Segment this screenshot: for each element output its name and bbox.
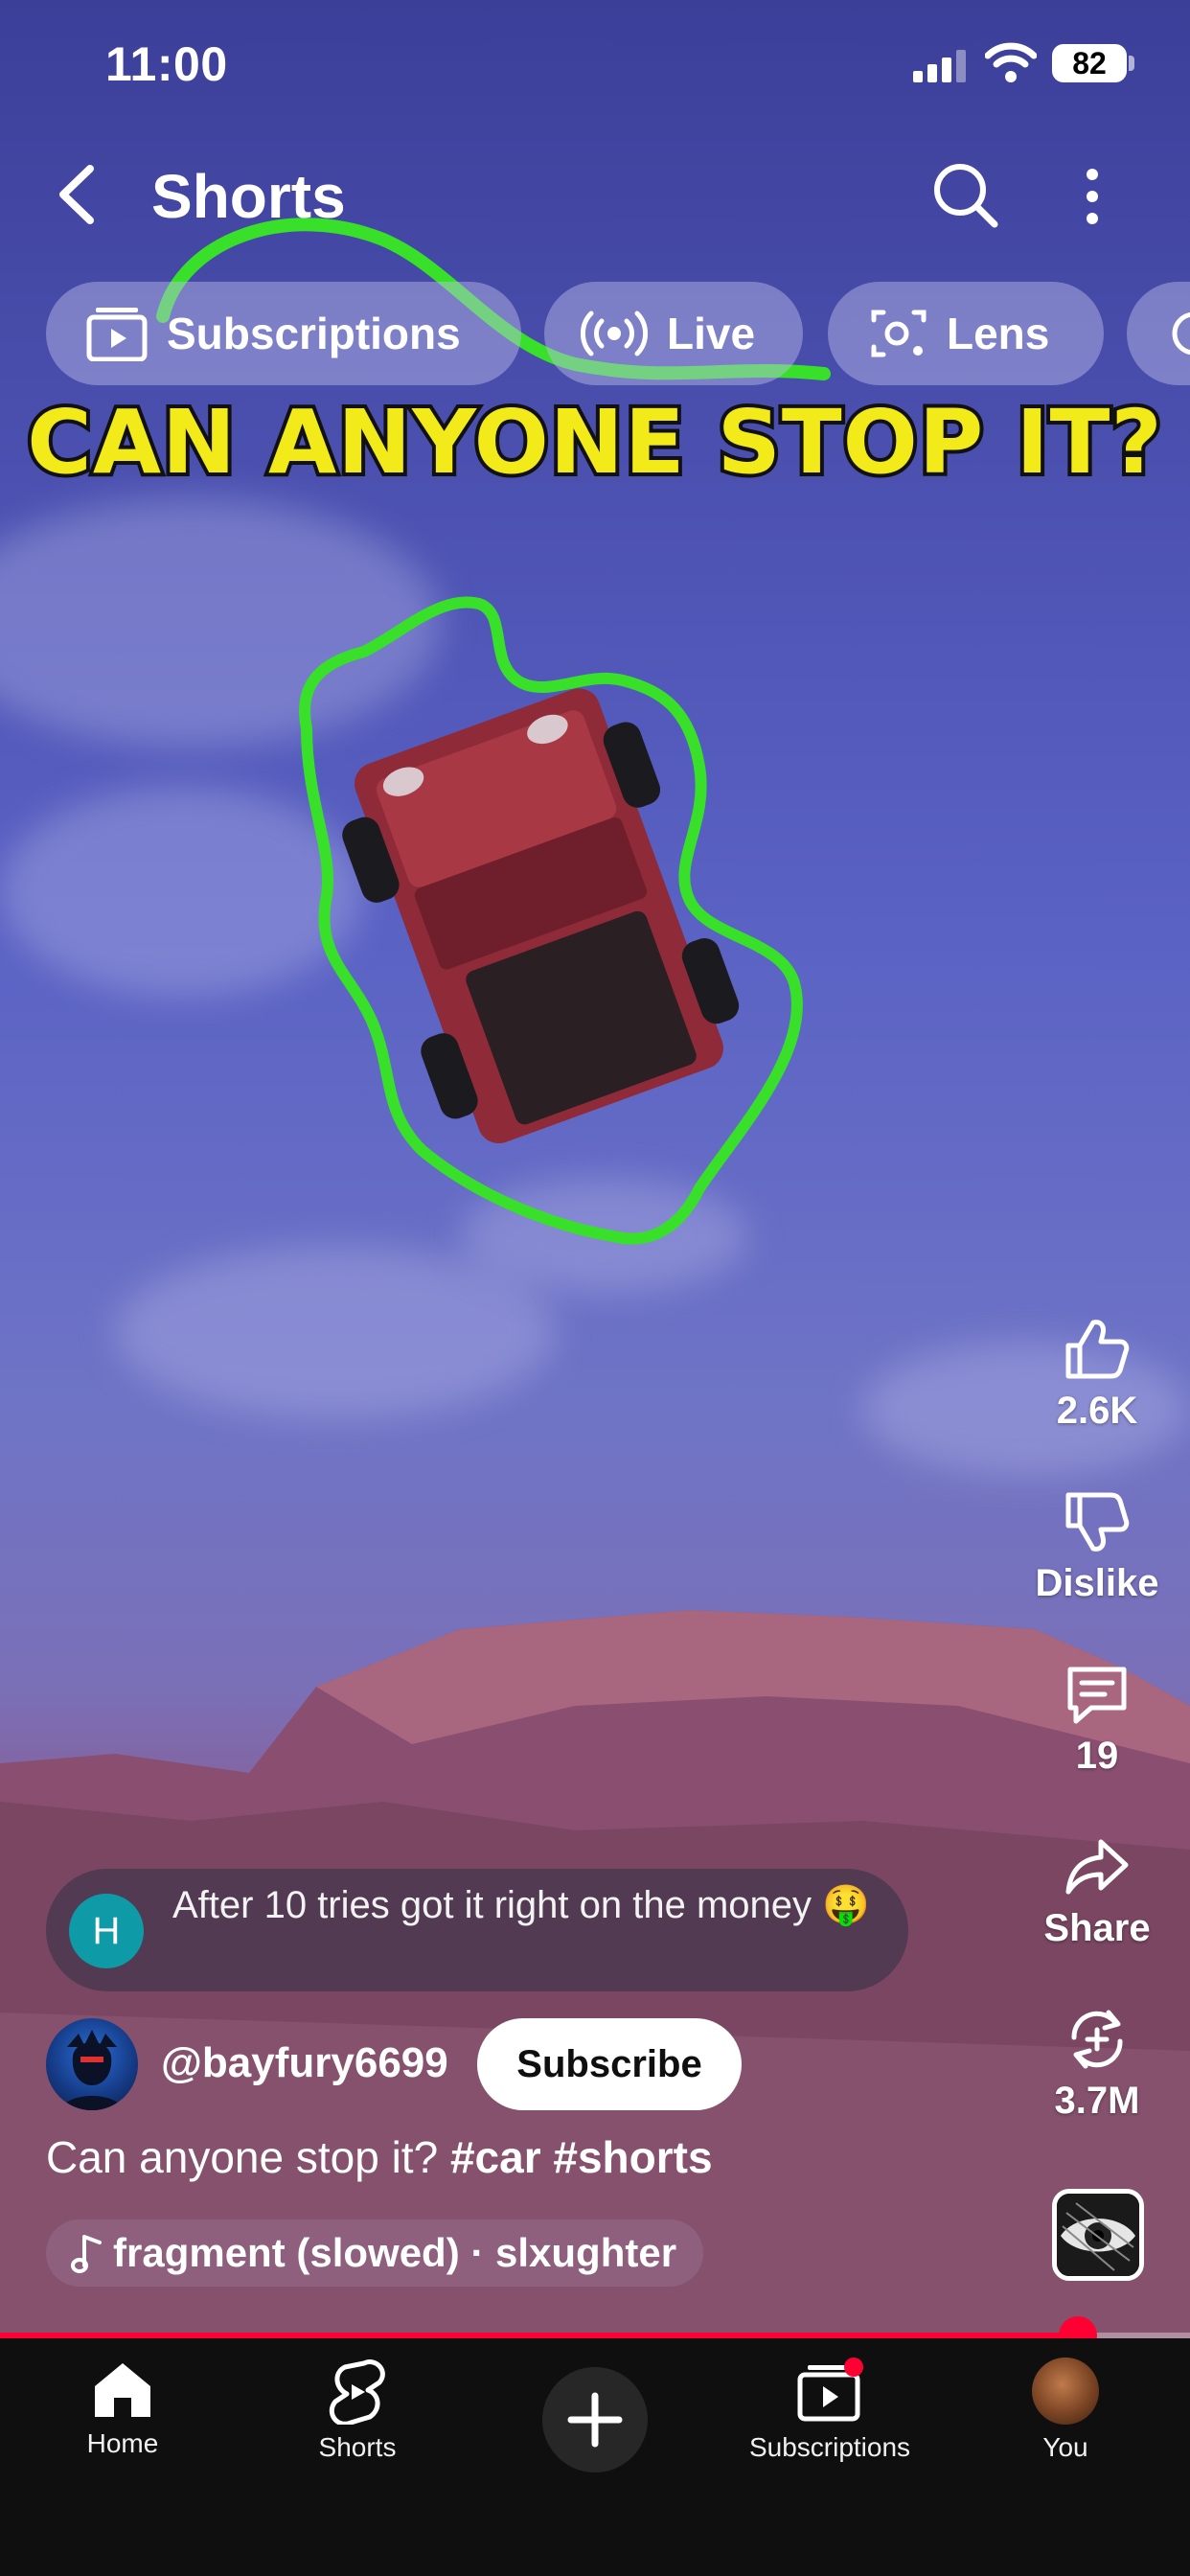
video-headline: CAN ANYONE STOP IT? xyxy=(23,387,1165,497)
comment-count: 19 xyxy=(1075,1735,1119,1777)
car-image xyxy=(299,596,803,1245)
like-count: 2.6K xyxy=(1056,1390,1138,1432)
like-button[interactable]: 2.6K xyxy=(1016,1315,1179,1433)
filter-chips: Subscriptions Live Lens xyxy=(0,282,1190,385)
home-icon xyxy=(95,2363,150,2417)
chip-label: Live xyxy=(667,309,756,358)
thumbs-down-icon xyxy=(1065,1492,1130,1552)
lens-icon xyxy=(871,310,927,357)
create-button[interactable] xyxy=(542,2367,648,2472)
channel-avatar[interactable] xyxy=(46,2018,138,2110)
chip-live[interactable]: Live xyxy=(544,282,803,385)
sound-thumbnail[interactable] xyxy=(1052,2189,1144,2281)
partial-chip-icon xyxy=(1172,311,1190,356)
chip-lens[interactable]: Lens xyxy=(828,282,1104,385)
status-bar: 11:00 82 xyxy=(0,0,1190,134)
thumbs-up-icon xyxy=(1065,1320,1130,1379)
comment-text: After 10 tries got it right on the money… xyxy=(172,1884,870,1926)
nav-you[interactable]: You xyxy=(970,2358,1161,2463)
channel-handle[interactable]: @bayfury6699 xyxy=(161,2039,448,2087)
dislike-button[interactable]: Dislike xyxy=(1016,1487,1179,1605)
nav-label: You xyxy=(1042,2432,1088,2462)
nav-label: Subscriptions xyxy=(748,2432,911,2462)
chip-label: Lens xyxy=(947,309,1050,358)
live-icon xyxy=(581,310,648,356)
you-avatar xyxy=(1032,2358,1099,2425)
battery-indicator: 82 xyxy=(1052,44,1127,82)
eye-artwork-icon xyxy=(1057,2194,1139,2276)
battery-tip xyxy=(1129,56,1134,71)
chip-subscriptions[interactable]: Subscriptions xyxy=(46,282,521,385)
comments-button[interactable]: 19 xyxy=(1016,1660,1179,1778)
sound-pill[interactable]: fragment (slowed) · slxughter xyxy=(46,2220,704,2287)
caption-hashtags[interactable]: #car #shorts xyxy=(450,2132,713,2182)
wifi-icon xyxy=(985,42,1037,82)
sound-label: fragment (slowed) · slxughter xyxy=(113,2230,677,2275)
channel-avatar-art xyxy=(61,2030,123,2110)
subscriptions-icon xyxy=(797,2358,863,2422)
comment-icon xyxy=(1067,1667,1127,1724)
subscribe-button[interactable]: Subscribe xyxy=(477,2018,742,2110)
share-icon xyxy=(1065,1839,1129,1895)
caption-text: Can anyone stop it? xyxy=(46,2132,439,2182)
nav-label: Home xyxy=(86,2428,159,2458)
nav-label: Shorts xyxy=(318,2432,397,2462)
music-note-icon xyxy=(71,2235,102,2273)
page-title: Shorts xyxy=(151,162,346,231)
share-label: Share xyxy=(1043,1907,1151,1949)
chip-label: Subscriptions xyxy=(167,309,461,358)
dislike-label: Dislike xyxy=(1035,1562,1159,1604)
bottom-nav: Home Shorts Subscriptions You xyxy=(0,2338,1190,2576)
chip-next[interactable] xyxy=(1127,282,1190,385)
status-time: 11:00 xyxy=(105,37,228,91)
nav-shorts[interactable]: Shorts xyxy=(262,2358,453,2463)
remix-button[interactable]: 3.7M xyxy=(1016,2005,1179,2123)
chevron-left-icon[interactable] xyxy=(50,161,107,228)
search-icon[interactable] xyxy=(929,159,1002,232)
commenter-avatar: H xyxy=(69,1894,144,1968)
pinned-comment[interactable]: H After 10 tries got it right on the mon… xyxy=(46,1869,908,1991)
remix-count: 3.7M xyxy=(1054,2080,1140,2122)
more-vertical-icon[interactable] xyxy=(1078,163,1107,230)
remix-icon xyxy=(1071,2010,1123,2069)
signal-icon xyxy=(913,50,966,82)
nav-subscriptions[interactable]: Subscriptions xyxy=(734,2358,926,2463)
share-button[interactable]: Share xyxy=(1016,1832,1179,1950)
plus-icon xyxy=(567,2392,623,2448)
shorts-icon xyxy=(329,2359,385,2425)
subscriptions-icon xyxy=(86,308,148,361)
video-caption[interactable]: Can anyone stop it? #car #shorts xyxy=(46,2131,713,2183)
nav-home[interactable]: Home xyxy=(27,2358,218,2459)
